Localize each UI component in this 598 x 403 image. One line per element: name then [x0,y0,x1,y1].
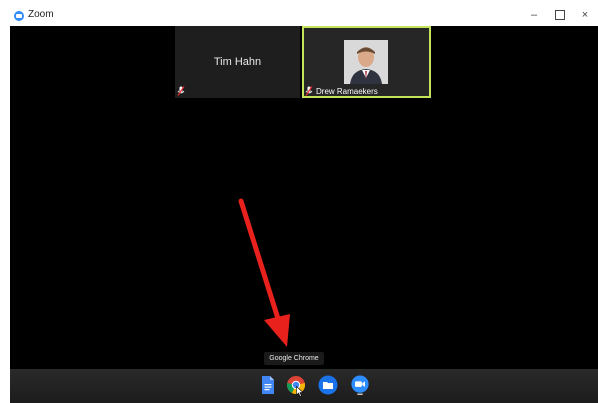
running-indicator [357,393,363,395]
mic-muted-icon [177,86,185,96]
meeting-video-area: Tim Hahn Drew Ramaekers [10,26,598,369]
window-title: Zoom [28,9,54,20]
participant-tile-tim-hahn[interactable]: Tim Hahn [175,26,300,98]
minimize-button[interactable]: – [527,8,541,22]
participant-name: Drew Ramaekers [316,87,378,96]
title-bar[interactable]: Zoom – × [10,6,598,26]
zoom-logo-icon [14,11,24,21]
zoom-window: Zoom – × Tim Hahn Drew Ramaekers Google … [0,0,598,403]
close-button[interactable]: × [578,8,592,22]
files-icon[interactable] [318,375,338,395]
mic-muted-icon [305,86,313,96]
participant-name: Tim Hahn [213,56,262,68]
taskbar-shelf [10,369,598,403]
maximize-button[interactable] [553,8,567,22]
docs-icon[interactable] [258,375,278,395]
participant-video [344,40,388,84]
zoom-icon[interactable] [350,375,370,395]
mouse-cursor-icon [296,386,304,397]
participant-tile-drew-ramaekers[interactable]: Drew Ramaekers [302,26,431,98]
shelf-tooltip: Google Chrome [264,352,324,365]
